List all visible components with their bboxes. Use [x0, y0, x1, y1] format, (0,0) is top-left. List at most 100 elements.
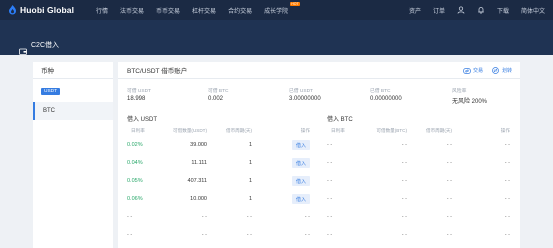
- summary-borrowed-btc: 已借 BTC 0.00000000: [370, 87, 402, 102]
- amount-cell: - -: [401, 160, 407, 166]
- days-cell: 1: [248, 196, 252, 202]
- action-cell: - -: [504, 214, 510, 220]
- rate-cell: - -: [127, 232, 133, 238]
- nav-market[interactable]: 行情: [96, 6, 108, 15]
- days-cell: - -: [446, 196, 452, 202]
- quote-currency-tag[interactable]: USDT: [41, 88, 61, 95]
- account-actions: 交易 划转: [454, 62, 512, 79]
- nav-otc[interactable]: 法币交易: [120, 6, 144, 15]
- coin-list-panel: 币种 USDT BTC: [33, 62, 113, 248]
- transfer-icon: [492, 67, 500, 74]
- nav-futures[interactable]: 合约交易: [228, 6, 252, 15]
- borrow-button[interactable]: 借入: [291, 158, 310, 168]
- nav-assets[interactable]: 资产: [409, 6, 421, 15]
- table-header: 日利率 可借数量(BTC) 借币周期(天) 操作: [327, 126, 512, 136]
- rate-cell: 0.05%: [127, 178, 143, 184]
- rate-cell: - -: [327, 232, 333, 238]
- borrow-button[interactable]: 借入: [291, 140, 310, 150]
- column-header: 日利率: [131, 128, 145, 133]
- borrow-button[interactable]: 借入: [291, 194, 310, 204]
- loan-account-header: BTC/USDT 借币账户 交易 划转: [118, 62, 520, 79]
- flame-logo-icon: [8, 5, 17, 15]
- amount-cell: 39.000: [190, 142, 207, 148]
- summary-label: 可借 USDT: [127, 89, 151, 94]
- exchange-icon: [463, 67, 471, 74]
- account-summary: 可借 USDT 18.998 可借 BTC 0.002 已借 USDT 3.00…: [127, 87, 520, 107]
- borrow-usdt-table: 借入 USDT 日利率 可借数量(USDT) 借币周期(天) 操作 0.02% …: [127, 114, 312, 244]
- amount-cell: - -: [201, 214, 207, 220]
- nav-academy-label: 成长学院: [264, 8, 289, 15]
- nav-academy[interactable]: 成长学院 HOT: [264, 1, 301, 15]
- column-header: 操作: [500, 128, 510, 133]
- amount-cell: 11.111: [191, 160, 207, 166]
- column-header: 可借数量(USDT): [173, 128, 207, 133]
- action-cell: - -: [504, 196, 510, 202]
- summary-value: 18.998: [127, 96, 146, 102]
- rate-cell: - -: [327, 142, 333, 148]
- brand-logo[interactable]: Huobi Global: [8, 5, 96, 15]
- nav-orders[interactable]: 订单: [433, 6, 445, 15]
- nav-download[interactable]: 下载: [497, 6, 509, 15]
- rate-cell: - -: [327, 160, 333, 166]
- days-cell: - -: [446, 142, 452, 148]
- action-cell: - -: [504, 142, 510, 148]
- table-row: 0.05% 407.311 1 借入: [127, 172, 312, 190]
- days-cell: - -: [446, 232, 452, 238]
- table-row: - - - - - - - -: [127, 226, 312, 244]
- nav-margin[interactable]: 杠杆交易: [192, 6, 216, 15]
- summary-label: 风险率: [452, 89, 467, 94]
- language-selector[interactable]: 简体中文: [521, 6, 545, 15]
- summary-borrowed-usdt: 已借 USDT 3.00000000: [289, 87, 321, 102]
- summary-value: 0.00000000: [370, 96, 402, 102]
- main-nav: 行情 法币交易 币币交易 杠杆交易 合约交易 成长学院 HOT: [96, 1, 301, 15]
- rate-cell: - -: [327, 178, 333, 184]
- user-icon[interactable]: [457, 6, 465, 14]
- nav-spot[interactable]: 币币交易: [156, 6, 180, 15]
- summary-risk-rate: 风险率 无风险 200%: [452, 87, 487, 105]
- days-cell: 1: [248, 142, 252, 148]
- summary-value: 0.002: [208, 96, 224, 102]
- rate-cell: 0.06%: [127, 196, 143, 202]
- days-cell: - -: [446, 160, 452, 166]
- table-row: 0.04% 11.111 1 借入: [127, 154, 312, 172]
- amount-cell: - -: [401, 178, 407, 184]
- borrow-button[interactable]: 借入: [291, 176, 310, 186]
- loan-account-panel: BTC/USDT 借币账户 交易 划转 可借 USDT 18.998 可借 BT…: [118, 62, 520, 248]
- transfer-link[interactable]: 划转: [492, 67, 512, 74]
- days-cell: 1: [248, 178, 252, 184]
- days-cell: - -: [446, 178, 452, 184]
- rate-cell: - -: [327, 214, 333, 220]
- column-header: 可借数量(BTC): [376, 128, 407, 133]
- coin-item-btc[interactable]: BTC: [33, 102, 113, 120]
- table-row: - - - - - - - -: [327, 190, 512, 208]
- action-cell: - -: [304, 232, 310, 238]
- exchange-label: 交易: [472, 68, 483, 74]
- summary-value: 3.00000000: [289, 96, 321, 102]
- nav-right: 资产 订单 下载 简体中文: [397, 0, 545, 20]
- amount-cell: 407.311: [187, 178, 207, 184]
- hot-badge: HOT: [289, 1, 301, 6]
- rate-cell: - -: [127, 214, 133, 220]
- amount-cell: - -: [401, 142, 407, 148]
- exchange-link[interactable]: 交易: [463, 67, 483, 74]
- action-cell: - -: [304, 214, 310, 220]
- amount-cell: - -: [401, 214, 407, 220]
- page-header-banner: C2C借入: [0, 20, 553, 55]
- column-header: 借币周期(天): [225, 128, 252, 133]
- bell-icon[interactable]: [477, 6, 485, 14]
- summary-value: 无风险 200%: [452, 99, 488, 105]
- table-row: - - - - - - - -: [327, 136, 512, 154]
- summary-label: 已借 USDT: [289, 89, 313, 94]
- table-row: - - - - - - - -: [127, 208, 312, 226]
- table-row: - - - - - - - -: [327, 172, 512, 190]
- amount-cell: 10.000: [190, 196, 207, 202]
- days-cell: 1: [248, 160, 252, 166]
- page-title: C2C借入: [31, 42, 60, 49]
- account-title: BTC/USDT 借币账户: [127, 68, 188, 75]
- amount-cell: - -: [401, 232, 407, 238]
- action-cell: - -: [504, 232, 510, 238]
- transfer-label: 划转: [501, 68, 512, 74]
- column-header: 操作: [300, 128, 310, 133]
- rate-cell: - -: [327, 196, 333, 202]
- table-row: - - - - - - - -: [327, 154, 512, 172]
